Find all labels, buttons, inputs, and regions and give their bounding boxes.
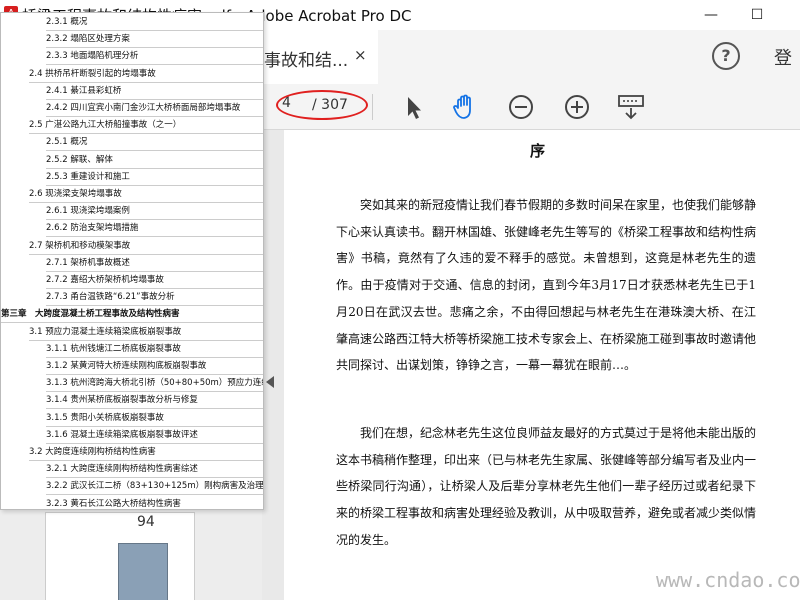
zoom-in-icon[interactable] (562, 92, 592, 122)
bookmark-item[interactable]: 3.2.2 武汉长江二桥（83+130+125m）刚构病害及治理 (46, 479, 263, 496)
bookmark-item[interactable]: 2.6 现浇梁支架垮塌事故 (29, 187, 263, 203)
toolbar: / 307 (262, 84, 800, 130)
bookmark-item[interactable]: 3.2.3 黄石长江公路大桥结构性病害 (46, 497, 263, 509)
bookmark-item[interactable]: 3.1 预应力混凝土连续箱梁底板崩裂事故 (29, 325, 263, 341)
bookmark-item[interactable]: 3.1.6 混凝土连续箱梁底板崩裂事故评述 (46, 428, 263, 444)
thumbnail-page-number: 94 (137, 514, 155, 530)
page-display-icon[interactable] (616, 92, 646, 122)
help-icon[interactable]: ? (712, 42, 740, 70)
bookmark-item[interactable]: 2.5.3 重建设计和施工 (46, 170, 263, 186)
preface-title: 序 (530, 142, 546, 160)
hand-tool-icon[interactable] (450, 92, 480, 122)
preface-paragraph: 突如其来的新冠疫情让我们春节假期的多数时间呆在家里，也使我们能够静下心来认真读书… (336, 198, 757, 373)
bookmark-item[interactable]: 3.2.1 大跨度连续刚构桥结构性病害综述 (46, 462, 263, 479)
select-cursor-icon[interactable] (398, 92, 428, 122)
maximize-button[interactable]: ☐ (742, 4, 772, 26)
minimize-button[interactable]: — (696, 4, 726, 26)
bookmark-item[interactable]: 3.1.1 杭州钱塘江二桥底板崩裂事故 (46, 342, 263, 358)
tab-document-label: 事故和结... (264, 51, 349, 71)
bookmark-item[interactable]: 第三章 大跨度混凝土桥工程事故及结构性病害 (1, 307, 263, 324)
document-canvas[interactable]: 序 突如其来的新冠疫情让我们春节假期的多数时间呆在家里，也使我们能够静下心来认真… (262, 130, 800, 600)
bookmark-item[interactable]: 2.3.1 概况 (46, 15, 263, 31)
bookmark-item[interactable]: 2.7.2 嘉绍大桥架桥机垮塌事故 (46, 273, 263, 289)
bookmark-item[interactable]: 3.2 大跨度连续刚构桥结构性病害 (29, 445, 263, 461)
bookmark-item[interactable]: 2.3.2 塌陷区处理方案 (46, 32, 263, 49)
bookmark-item[interactable]: 2.7.1 架桥机事故概述 (46, 256, 263, 272)
sign-in-link[interactable]: 登 (774, 44, 792, 70)
bookmarks-panel: 2.3.1 概况 2.3.2 塌陷区处理方案 2.3.3 地面塌陷机理分析 2.4 拱… (0, 12, 264, 510)
zoom-out-icon[interactable] (506, 92, 536, 122)
acrobat-window: A 桥梁工程事故和结构性病害.pdf - Adobe Acrobat Pro D… (0, 0, 800, 600)
red-annotation-ellipse (276, 90, 368, 120)
preface-paragraph: 我们在想，纪念林老先生这位良师益友最好的方式莫过于是将他未能出版的这本书稿稍作整… (336, 426, 757, 547)
bookmark-item[interactable]: 3.1.3 杭州湾跨海大桥北引桥（50+80+50m）预应力连续 (46, 376, 263, 393)
bookmark-item[interactable]: 3.1.2 某黄河特大桥连续刚构底板崩裂事故 (46, 359, 263, 375)
bookmark-item[interactable]: 3.1.4 贵州某桥底板崩裂事故分析与修复 (46, 393, 263, 410)
bookmark-item[interactable]: 2.4.1 綦江县彩虹桥 (46, 84, 263, 100)
watermark: www.cndao.com (656, 568, 800, 592)
bookmark-item[interactable]: 2.4.2 四川宜宾小南门金沙江大桥桥面局部垮塌事故 (46, 101, 263, 117)
pdf-page: 序 突如其来的新冠疫情让我们春节假期的多数时间呆在家里，也使我们能够静下心来认真… (284, 130, 800, 600)
bookmark-item[interactable]: 2.5 广湛公路九江大桥船撞事故（之一） (29, 118, 263, 135)
page-thumbnail[interactable] (45, 512, 195, 600)
bookmark-item[interactable]: 3.1.5 贵阳小关桥底板崩裂事故 (46, 411, 263, 427)
bookmark-item[interactable]: 2.3.3 地面塌陷机理分析 (46, 49, 263, 66)
toolbar-separator (372, 94, 373, 120)
bookmark-item[interactable]: 2.5.2 解联、解体 (46, 153, 263, 169)
bookmark-item[interactable]: 2.4 拱桥吊杆断裂引起的垮塌事故 (29, 67, 263, 83)
bookmark-item[interactable]: 2.5.1 概况 (46, 135, 263, 152)
tab-close-icon[interactable]: × (354, 46, 367, 64)
bookmark-item[interactable]: 2.7 架桥机和移动模架事故 (29, 239, 263, 255)
collapse-pane-arrow-icon[interactable] (266, 376, 274, 388)
bookmark-item[interactable]: 2.6.2 防治支架垮塌措施 (46, 221, 263, 238)
bookmark-item[interactable]: 2.7.3 甬台温铁路“6.21”事故分析 (46, 290, 263, 307)
bookmark-item[interactable]: 2.6.1 现浇梁垮塌案例 (46, 204, 263, 221)
thumbnail-image (118, 543, 168, 600)
tab-document[interactable]: 事故和结... × (262, 30, 378, 84)
